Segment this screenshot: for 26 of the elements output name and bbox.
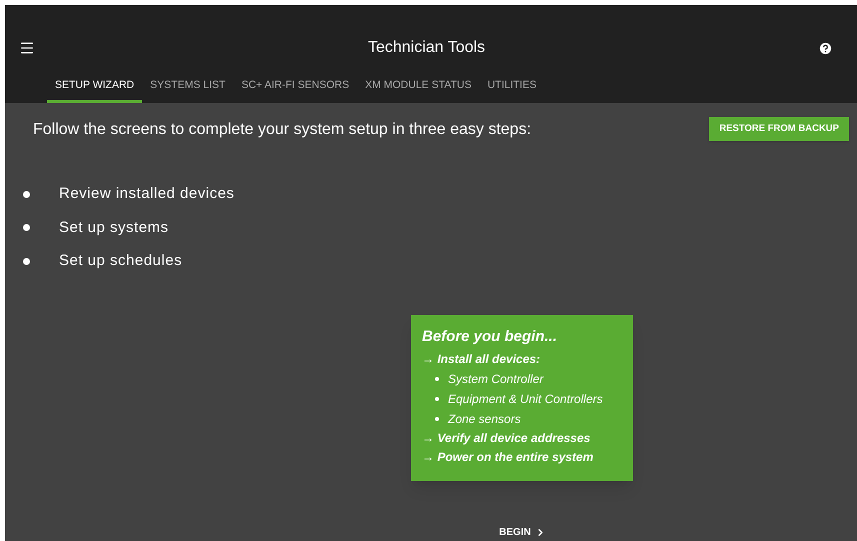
help-icon[interactable] [818,40,833,56]
card-subitem: System Controller [448,371,544,388]
bullet-icon [435,417,439,421]
begin-button[interactable]: BEGIN [499,525,546,540]
card-step: → Install all devices: [422,350,622,369]
step-text: Set up systems [59,218,169,238]
tab[interactable]: UTILITIES [479,71,544,103]
card-subitem: Equipment & Unit Controllers [448,391,603,408]
intro-text: Follow the screens to complete your system setup in three easy steps: [33,120,532,140]
tab[interactable]: SYSTEMS LIST [142,71,234,103]
bullet-icon [23,258,30,265]
step-text: Set up schedules [59,251,182,271]
tab[interactable]: SETUP WIZARD [47,71,142,103]
menu-icon[interactable] [19,40,35,56]
bullet-icon [23,190,30,198]
bullet-icon [435,377,439,381]
bullet-icon [23,224,30,232]
card-step: → Verify all device addresses [422,429,622,448]
tab[interactable]: SC+ AIR-FI SENSORS [233,71,358,103]
bullet-icon [435,397,439,401]
card-subitem: Zone sensors [448,411,521,428]
card-title: Before you begin... [422,326,558,346]
app-title: Technician Tools [368,38,486,58]
tab[interactable]: XM MODULE STATUS [357,71,480,103]
card-step: → Power on the entire system [422,448,622,467]
step-text: Review installed devices [59,184,234,204]
